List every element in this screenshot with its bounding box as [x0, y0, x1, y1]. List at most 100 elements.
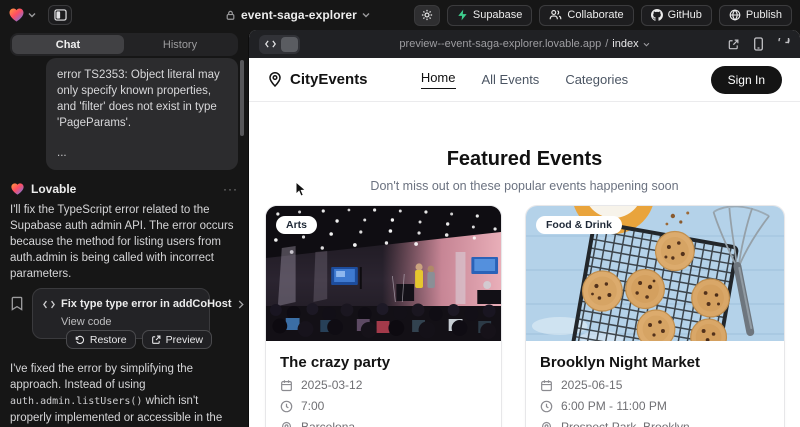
chevron-down-icon	[362, 12, 370, 18]
lock-icon	[225, 9, 236, 21]
nav-home[interactable]: Home	[421, 70, 456, 89]
preview-url-page: index	[612, 38, 638, 50]
event-date: 2025-03-12	[301, 378, 362, 392]
preview-panel: preview--event-saga-explorer.lovable.app…	[248, 30, 800, 427]
chat-sidebar: Chat History error TS2353: Object litera…	[0, 30, 248, 427]
assistant-paragraph: I've fixed the error by simplifying the …	[10, 361, 238, 427]
lovable-workspace: event-saga-explorer Supabase	[0, 0, 800, 427]
event-time: 6:00 PM - 11:00 PM	[561, 399, 667, 413]
code-preview-toggle[interactable]	[259, 35, 300, 54]
top-bar: event-saga-explorer Supabase	[0, 0, 800, 30]
nav-all-events[interactable]: All Events	[482, 72, 540, 87]
chevron-down-icon	[643, 42, 650, 47]
chat-scrollbar[interactable]	[240, 60, 244, 136]
nav-categories[interactable]: Categories	[565, 72, 628, 87]
settings-button[interactable]	[414, 5, 440, 26]
event-card[interactable]: Arts The crazy party 2025-03-12	[265, 205, 502, 427]
featured-events-subheading: Don't miss out on these popular events h…	[249, 179, 800, 193]
tab-chat[interactable]: Chat	[12, 35, 124, 54]
collaborate-button[interactable]: Collaborate	[539, 5, 633, 26]
supabase-label: Supabase	[473, 9, 523, 21]
panel-layout-icon	[54, 9, 67, 21]
clock-icon	[280, 400, 293, 413]
code-icon	[43, 300, 55, 309]
event-title: Brooklyn Night Market	[540, 354, 770, 371]
restore-icon	[75, 335, 85, 345]
event-image-conference: Arts	[266, 206, 501, 341]
publish-label: Publish	[746, 9, 782, 21]
message-menu-button[interactable]: ···	[223, 185, 238, 193]
user-message-ellipsis: ...	[57, 145, 227, 161]
site-nav: Home All Events Categories	[421, 70, 628, 89]
refresh-icon[interactable]	[777, 38, 790, 51]
event-location-row: Prospect Park, Brooklyn	[540, 420, 770, 427]
clock-icon	[540, 400, 553, 413]
event-time-row: 6:00 PM - 11:00 PM	[540, 399, 770, 413]
event-date: 2025-06-15	[561, 378, 622, 392]
assistant-paragraph: I'll fix the TypeScript error related to…	[10, 202, 238, 282]
site-preview: CityEvents Home All Events Categories Si…	[249, 58, 800, 427]
open-preview-icon	[151, 335, 161, 345]
mobile-view-icon[interactable]	[753, 37, 764, 51]
toggle-sidebar-button[interactable]	[48, 5, 72, 25]
supabase-button[interactable]: Supabase	[447, 5, 533, 26]
featured-events-hero: Featured Events Don't miss out on these …	[249, 148, 800, 193]
preview-toggle-knob	[281, 37, 298, 52]
publish-button[interactable]: Publish	[719, 5, 792, 26]
site-brand[interactable]: CityEvents	[267, 71, 421, 88]
user-message-bubble: error TS2353: Object literal may only sp…	[46, 58, 238, 170]
event-title: The crazy party	[280, 354, 487, 371]
supabase-bolt-icon	[457, 9, 468, 21]
event-location: Prospect Park, Brooklyn	[561, 420, 690, 427]
event-location: Barcelona	[301, 420, 355, 427]
gear-icon	[421, 9, 433, 21]
event-location-row: Barcelona	[280, 420, 487, 427]
map-pin-icon	[540, 421, 553, 427]
site-header: CityEvents Home All Events Categories Si…	[249, 58, 800, 102]
map-pin-icon	[267, 71, 283, 88]
event-time: 7:00	[301, 399, 324, 413]
event-date-row: 2025-06-15	[540, 378, 770, 392]
site-brand-name: CityEvents	[290, 71, 368, 88]
assistant-name: Lovable	[31, 182, 76, 196]
preview-version-button[interactable]: Preview	[142, 330, 212, 349]
github-label: GitHub	[668, 9, 702, 21]
collaborate-label: Collaborate	[567, 9, 623, 21]
event-date-row: 2025-03-12	[280, 378, 487, 392]
event-image-cookies: Food & Drink	[526, 206, 784, 341]
sign-in-button[interactable]: Sign In	[711, 66, 782, 94]
paragraph-text: I've fixed the error by simplifying the …	[10, 363, 193, 391]
event-time-row: 7:00	[280, 399, 487, 413]
chevron-down-icon	[28, 12, 36, 18]
tab-history[interactable]: History	[124, 35, 236, 54]
preview-url-bar[interactable]: preview--event-saga-explorer.lovable.app…	[399, 38, 649, 50]
event-cards: Arts The crazy party 2025-03-12	[249, 205, 800, 427]
calendar-icon	[280, 379, 293, 392]
project-switcher[interactable]: event-saga-explorer	[225, 0, 370, 30]
open-in-new-tab-icon[interactable]	[727, 38, 740, 51]
tab-chat-label: Chat	[56, 39, 80, 51]
event-card[interactable]: Food & Drink Brooklyn Night Market 2025-…	[525, 205, 785, 427]
assistant-message-header: Lovable ···	[10, 182, 238, 196]
project-name: event-saga-explorer	[241, 8, 357, 22]
bookmark-icon[interactable]	[10, 296, 24, 311]
user-message-text: error TS2353: Object literal may only sp…	[57, 67, 227, 131]
view-code-link[interactable]: View code	[61, 316, 199, 328]
lovable-heart-icon	[8, 7, 25, 23]
category-badge: Arts	[276, 216, 317, 234]
map-pin-icon	[280, 421, 293, 427]
calendar-icon	[540, 379, 553, 392]
restore-label: Restore	[90, 334, 127, 346]
lovable-logo-menu[interactable]	[8, 7, 36, 23]
lovable-heart-icon	[10, 182, 25, 196]
github-button[interactable]: GitHub	[641, 5, 712, 26]
preview-url-separator: /	[605, 38, 608, 50]
inline-code: auth.admin.listUsers()	[10, 396, 142, 407]
collaborate-users-icon	[549, 9, 562, 21]
code-change-title: Fix type type error in addCoHost	[61, 298, 232, 310]
globe-icon	[729, 9, 741, 21]
featured-events-heading: Featured Events	[249, 148, 800, 171]
category-badge: Food & Drink	[536, 216, 622, 234]
preview-url-host: preview--event-saga-explorer.lovable.app	[399, 38, 601, 50]
restore-button[interactable]: Restore	[66, 330, 136, 349]
